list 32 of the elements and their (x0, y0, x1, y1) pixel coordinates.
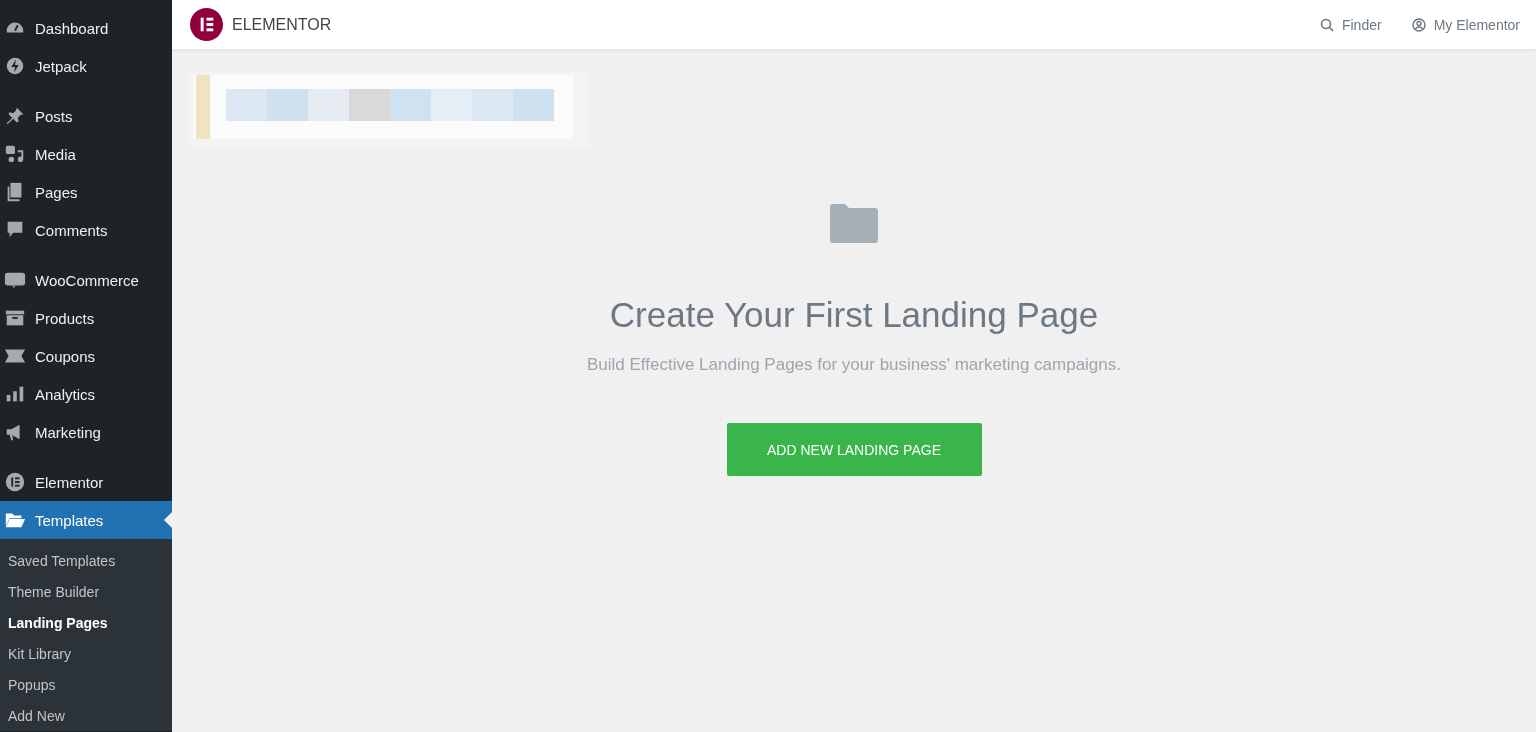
menu-item[interactable]: Analytics (0, 375, 172, 413)
search-icon (1319, 17, 1334, 32)
menu-item[interactable]: Media (0, 135, 172, 173)
submenu-item[interactable]: Kit Library (0, 638, 172, 669)
empty-state-title: Create Your First Landing Page (609, 295, 1099, 335)
submenu-item[interactable]: Add New (0, 700, 172, 731)
elementor-icon (4, 471, 26, 493)
menu-item[interactable]: Coupons (0, 337, 172, 375)
empty-state-description: Build Effective Landing Pages for your business' marketing campaigns. (587, 355, 1121, 375)
account-link[interactable]: My Elementor (1411, 16, 1520, 33)
pushpin-icon (4, 105, 26, 127)
menu-item[interactable]: WooCommerce (0, 261, 172, 299)
menu-item[interactable]: Pages (0, 173, 172, 211)
menu-item[interactable]: Products (0, 299, 172, 337)
submenu-item[interactable]: Landing Pages (0, 607, 172, 638)
menu-item[interactable]: Dashboard (0, 9, 172, 47)
bolt-icon (4, 55, 26, 77)
submenu-item[interactable]: Saved Templates (0, 545, 172, 576)
finder-link[interactable]: Finder (1319, 16, 1382, 33)
submenu-item[interactable]: Theme Builder (0, 576, 172, 607)
folder-icon (828, 201, 880, 245)
submenu-item[interactable]: Popups (0, 669, 172, 700)
media-icon (4, 143, 26, 165)
menu-item[interactable]: Marketing (0, 413, 172, 451)
brand-name: ELEMENTOR (232, 15, 333, 34)
menu-item[interactable]: Elementor (0, 463, 172, 501)
user-icon (1411, 17, 1426, 32)
menu-item[interactable]: Templates (0, 501, 172, 539)
logo-icon (190, 8, 223, 41)
menu-item[interactable]: Comments (0, 211, 172, 249)
menu-item[interactable]: Posts (0, 97, 172, 135)
menu-item[interactable]: Jetpack (0, 47, 172, 85)
